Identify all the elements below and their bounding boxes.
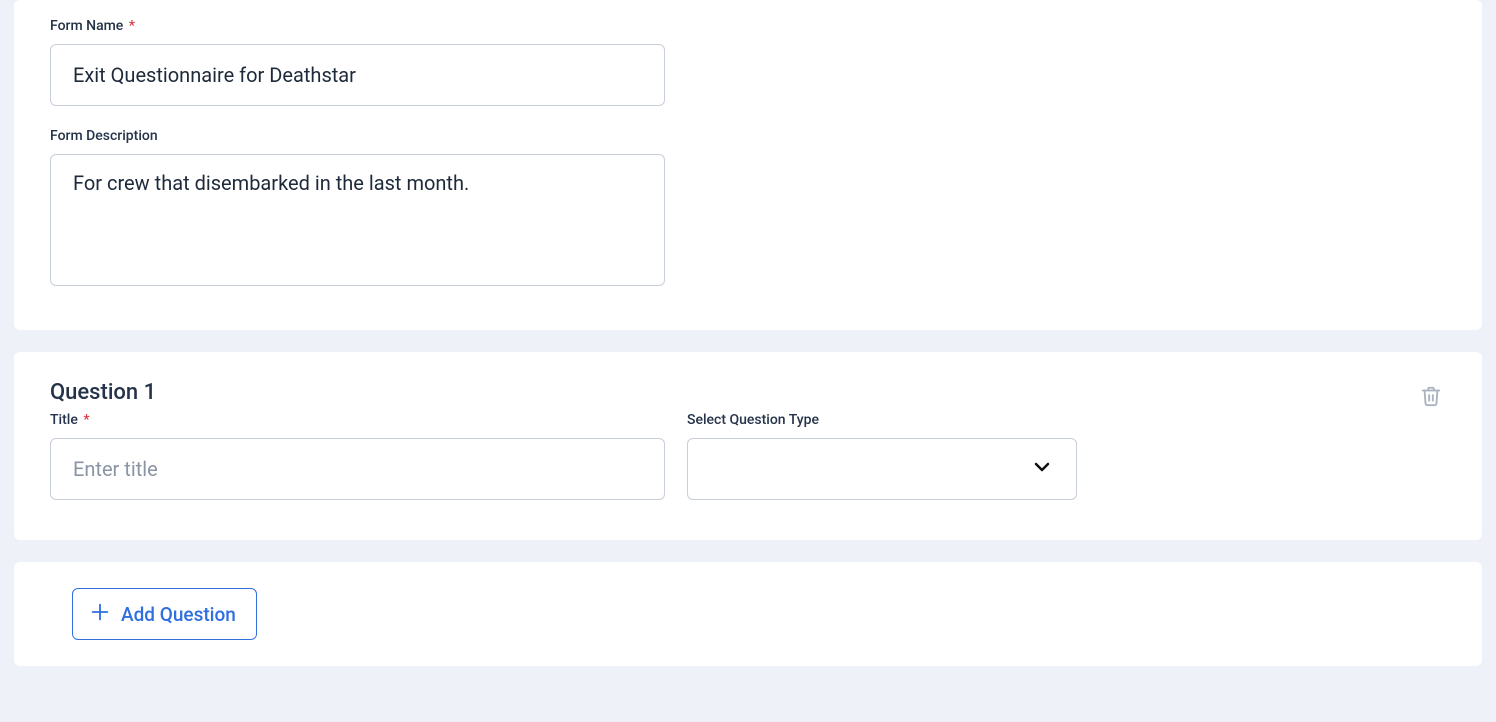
add-question-card: Add Question bbox=[14, 562, 1482, 666]
question-title-input[interactable] bbox=[50, 438, 665, 500]
add-question-label: Add Question bbox=[121, 603, 236, 626]
form-meta-card: Form Name * Form Description bbox=[14, 0, 1482, 330]
plus-icon bbox=[89, 601, 111, 628]
question-type-col: Select Question Type bbox=[687, 412, 1077, 500]
form-name-group: Form Name * bbox=[50, 18, 1446, 106]
chevron-down-icon bbox=[1030, 455, 1054, 483]
question-header-left: Question 1 bbox=[50, 380, 156, 411]
form-description-textarea[interactable] bbox=[50, 154, 665, 286]
question-type-select-wrap bbox=[687, 438, 1077, 500]
add-question-button[interactable]: Add Question bbox=[72, 588, 257, 640]
form-name-label: Form Name * bbox=[50, 18, 1446, 34]
question-header-row: Question 1 bbox=[50, 380, 1446, 412]
required-marker: * bbox=[83, 412, 89, 428]
trash-icon bbox=[1420, 384, 1442, 408]
question-title-label-text: Title bbox=[50, 412, 78, 428]
question-title-label: Title * bbox=[50, 412, 665, 428]
question-type-label: Select Question Type bbox=[687, 412, 1077, 428]
question-fields-row: Title * Select Question Type bbox=[50, 412, 1446, 500]
delete-question-button[interactable] bbox=[1416, 380, 1446, 412]
form-name-label-text: Form Name bbox=[50, 18, 123, 34]
question-type-select[interactable] bbox=[687, 438, 1077, 500]
form-description-group: Form Description bbox=[50, 128, 1446, 290]
form-description-label: Form Description bbox=[50, 128, 1446, 144]
required-marker: * bbox=[129, 18, 135, 34]
question-card: Question 1 Title * Select Questio bbox=[14, 352, 1482, 540]
form-name-input[interactable] bbox=[50, 44, 665, 106]
question-title-col: Title * bbox=[50, 412, 665, 500]
question-title: Question 1 bbox=[50, 380, 156, 405]
